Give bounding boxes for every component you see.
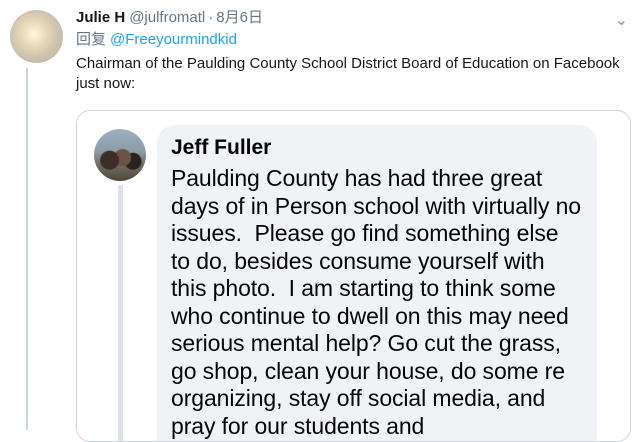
- reply-prefix: 回复: [76, 31, 107, 48]
- avatar[interactable]: [10, 10, 63, 63]
- facebook-thread-line: [118, 185, 123, 441]
- facebook-author-name: Jeff Fuller: [171, 136, 272, 159]
- facebook-comment-text: Paulding County has had three great days…: [171, 165, 588, 439]
- tweet-header: Julie H @julfromatl · 8月6日: [76, 8, 632, 28]
- tweet: Julie H @julfromatl · 8月6日 ⌄ 回复 @Freeyour…: [76, 8, 632, 94]
- facebook-comment-bubble: Jeff Fuller Paulding County has had thre…: [157, 125, 597, 441]
- reply-line: 回复 @Freeyourmindkid: [76, 30, 632, 50]
- attached-image[interactable]: Jeff Fuller Paulding County has had thre…: [76, 110, 631, 442]
- chevron-down-icon[interactable]: ⌄: [615, 10, 628, 30]
- tweet-author-avatar-column: [10, 10, 64, 63]
- tweet-date[interactable]: 8月6日: [216, 8, 263, 28]
- separator-dot: ·: [208, 9, 214, 26]
- facebook-author-avatar: [94, 129, 146, 181]
- reply-mention-link[interactable]: @Freeyourmindkid: [110, 31, 237, 48]
- thread-line: [26, 68, 28, 430]
- author-handle[interactable]: @julfromatl: [129, 8, 205, 28]
- tweet-text: Chairman of the Paulding County School D…: [76, 55, 624, 92]
- author-name[interactable]: Julie H: [76, 8, 125, 28]
